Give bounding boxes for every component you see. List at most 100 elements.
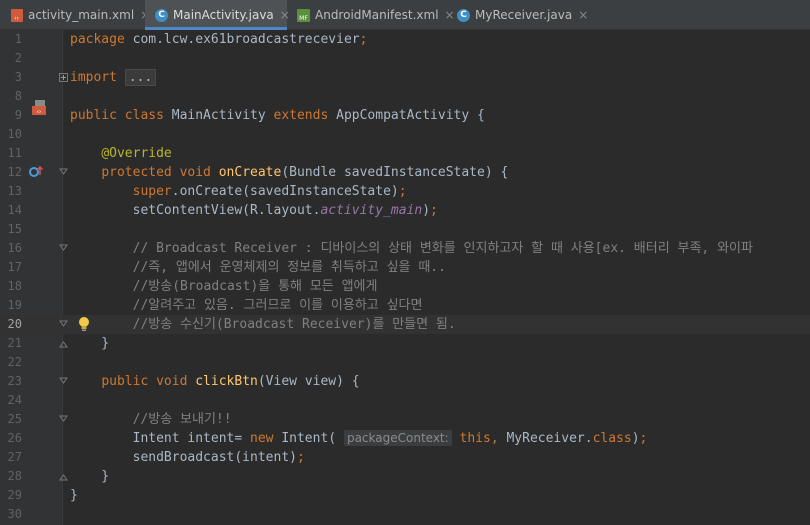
code-text: //즉, 앱에서 운영체제의 정보를 취득하고 싶을 때.. <box>70 258 446 277</box>
code-token: ; <box>359 32 368 47</box>
code-line[interactable]: 30 <box>0 505 810 524</box>
code-line[interactable]: 12 protected void onCreate(Bundle savedI… <box>0 163 810 182</box>
code-line[interactable]: 23 public void clickBtn(View view) { <box>0 372 810 391</box>
code-token: super <box>132 184 172 199</box>
tab-myreceiver-java[interactable]: C MyReceiver.java × <box>447 0 588 30</box>
code-text: } <box>70 467 109 486</box>
code-token: MyReceiver. <box>506 431 593 446</box>
code-text: sendBroadcast(intent); <box>70 448 305 467</box>
tab-activity-main-xml[interactable]: ‹›activity_main.xml× <box>0 0 150 30</box>
code-line[interactable]: 16 // Broadcast Receiver : 디바이스의 상태 변화를 … <box>0 239 810 258</box>
code-line[interactable]: 24 <box>0 391 810 410</box>
code-line[interactable]: 19 //알려주고 있음. 그러므로 이를 이용하고 싶다면 <box>0 296 810 315</box>
tab-label: activity_main.xml <box>28 8 135 22</box>
code-line[interactable]: 18 //방송(Broadcast)을 통해 모든 앱에게 <box>0 277 810 296</box>
code-line[interactable]: 17 //즉, 앱에서 운영체제의 정보를 취득하고 싶을 때.. <box>0 258 810 277</box>
code-token: import <box>70 70 125 85</box>
line-number: 17 <box>7 260 22 274</box>
code-token: class <box>592 431 632 446</box>
code-text: } <box>70 486 78 505</box>
close-tab-icon[interactable]: × <box>578 8 588 22</box>
code-line[interactable]: 21 } <box>0 334 810 353</box>
fold-toggle-icon[interactable] <box>59 73 68 82</box>
code-token: ; <box>639 431 648 446</box>
code-token: ; <box>430 203 438 218</box>
line-number: 23 <box>7 374 22 388</box>
code-token: (Bundle savedInstanceState) { <box>281 165 509 180</box>
code-line[interactable]: 2 <box>0 49 810 68</box>
tab-androidmanifest-xml[interactable]: MF AndroidManifest.xml × <box>287 0 455 30</box>
code-line[interactable]: 9 public class MainActivity extends AppCo… <box>0 100 810 125</box>
manifest-file-icon: MF <box>297 8 310 22</box>
code-token: onCreate <box>218 165 282 180</box>
tab-mainactivity-java[interactable]: C MainActivity.java × <box>145 0 290 30</box>
fold-toggle-icon[interactable] <box>59 415 68 424</box>
code-line[interactable]: 14 setContentView(R.layout.activity_main… <box>0 201 810 220</box>
code-token: public class <box>70 108 172 123</box>
line-number: 21 <box>7 336 22 350</box>
code-text: package com.lcw.ex61broadcastrecevier; <box>70 30 367 49</box>
code-token: @Override <box>101 146 172 161</box>
code-text: Intent intent= new Intent( packageContex… <box>70 429 647 448</box>
code-token: AppCompatActivity { <box>336 108 485 123</box>
code-token: } <box>70 336 110 351</box>
editor-tab-bar: ‹›activity_main.xml× C MainActivity.java × M… <box>0 0 810 30</box>
code-token: setContentView(R.layout. <box>70 203 321 218</box>
override-method-icon[interactable] <box>28 164 44 180</box>
tab-label: MainActivity.java <box>173 8 274 22</box>
code-token: } <box>70 488 78 503</box>
java-class-icon: C <box>155 8 168 22</box>
code-line[interactable]: 22 <box>0 353 810 372</box>
code-line[interactable]: 15 <box>0 220 810 239</box>
code-line[interactable]: 1 package com.lcw.ex61broadcastrecevier; <box>0 30 810 49</box>
line-number: 1 <box>14 32 22 46</box>
line-number: 22 <box>7 355 22 369</box>
fold-toggle-icon[interactable] <box>59 339 68 348</box>
code-line[interactable]: 29} <box>0 486 810 505</box>
layout-link-icon[interactable]: ‹› <box>30 100 46 116</box>
code-line[interactable]: 13 super.onCreate(savedInstanceState); <box>0 182 810 201</box>
code-token: clickBtn <box>195 374 258 389</box>
code-token: //방송 수신기(Broadcast Receiver)를 만들면 됨. <box>132 317 456 332</box>
code-line[interactable]: 28 } <box>0 467 810 486</box>
code-token: public void <box>101 374 196 389</box>
code-line[interactable]: 10 <box>0 125 810 144</box>
code-line[interactable]: 3 import ... <box>0 68 810 87</box>
fold-toggle-icon[interactable] <box>59 377 68 386</box>
fold-toggle-icon[interactable] <box>59 320 68 329</box>
code-line[interactable]: 11 @Override <box>0 144 810 163</box>
line-number: 20 <box>7 317 22 331</box>
code-token: //알려주고 있음. 그러므로 이를 이용하고 싶다면 <box>132 298 423 313</box>
line-number: 30 <box>7 507 22 521</box>
fold-toggle-icon[interactable] <box>59 244 68 253</box>
folded-imports[interactable]: ... <box>124 69 157 86</box>
line-number: 25 <box>7 412 22 426</box>
line-number: 9 <box>14 108 22 122</box>
fold-toggle-icon[interactable] <box>59 472 68 481</box>
code-line[interactable]: 8 <box>0 87 810 106</box>
code-line[interactable]: 20 //방송 수신기(Broadcast Receiver)를 만들면 됨. <box>0 315 810 334</box>
code-text: protected void onCreate(Bundle savedInst… <box>70 163 508 182</box>
code-token: ; <box>398 184 407 199</box>
code-text: @Override <box>70 144 172 163</box>
code-text: //방송 수신기(Broadcast Receiver)를 만들면 됨. <box>70 315 456 334</box>
line-number: 14 <box>7 203 22 217</box>
code-line[interactable]: 26 Intent intent= new Intent( packageCon… <box>0 429 810 448</box>
line-number: 8 <box>14 89 22 103</box>
code-token: (View view) { <box>257 374 360 389</box>
intention-bulb-icon[interactable] <box>77 316 91 332</box>
code-line[interactable]: 25 //방송 보내기!! <box>0 410 810 429</box>
fold-toggle-icon[interactable] <box>59 168 68 177</box>
code-token: //즉, 앱에서 운영체제의 정보를 취득하고 싶을 때.. <box>132 260 446 275</box>
code-text: //방송(Broadcast)을 통해 모든 앱에게 <box>70 277 378 296</box>
code-token: } <box>70 469 110 484</box>
code-line[interactable]: 27 sendBroadcast(intent); <box>0 448 810 467</box>
line-number: 29 <box>7 488 22 502</box>
line-number: 27 <box>7 450 22 464</box>
